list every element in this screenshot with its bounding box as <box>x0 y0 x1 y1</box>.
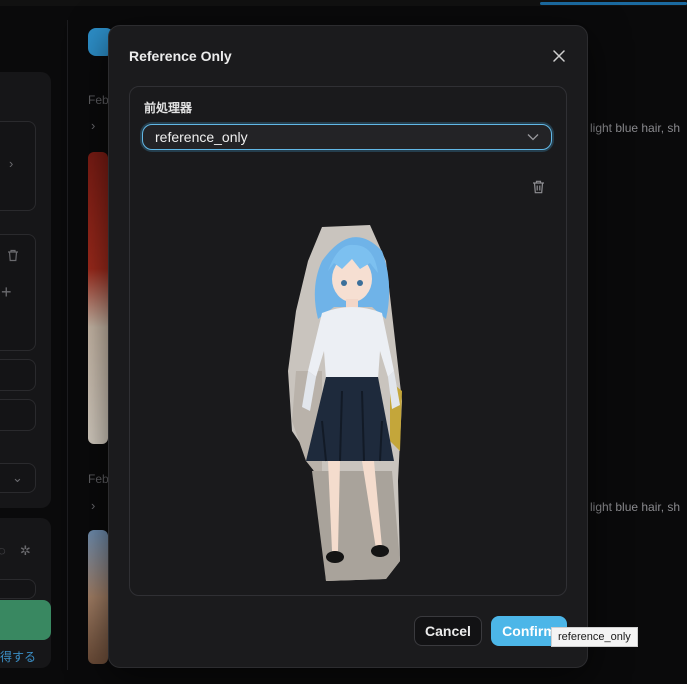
prompt-snippet: light blue hair, sh <box>590 121 681 135</box>
chevron-down-icon <box>527 134 539 141</box>
link-text[interactable]: 得する <box>0 648 36 665</box>
left-panel-box[interactable] <box>0 121 36 211</box>
preprocessor-select-value: reference_only <box>155 129 248 145</box>
divider <box>67 20 68 670</box>
left-panel-input[interactable] <box>0 359 36 391</box>
prompt-snippet: light blue hair, sh <box>590 500 681 514</box>
reference-image <box>288 225 402 581</box>
tooltip: reference_only <box>551 627 638 647</box>
delete-image-button[interactable] <box>528 177 548 197</box>
chevron-right-icon[interactable]: › <box>9 156 13 171</box>
plus-icon[interactable]: + <box>1 282 12 303</box>
close-button[interactable] <box>547 44 571 68</box>
date-label: Feb <box>88 93 109 107</box>
reference-only-dialog: Reference Only 前処理器 reference_only Cance… <box>108 25 588 668</box>
top-bar-accent <box>540 2 687 5</box>
thumbnail-image[interactable] <box>88 530 108 664</box>
trash-icon <box>532 180 544 194</box>
generate-button[interactable] <box>0 600 51 640</box>
chevron-down-icon: ⌄ <box>12 470 23 485</box>
thumbnail-image[interactable] <box>88 152 108 444</box>
dialog-title: Reference Only <box>129 48 232 64</box>
chevron-right-icon[interactable]: › <box>91 498 95 513</box>
tool-icon[interactable]: ◌ <box>0 543 6 558</box>
preprocessor-select[interactable]: reference_only <box>142 124 552 150</box>
top-bar <box>0 0 687 6</box>
left-panel-input[interactable] <box>0 399 36 431</box>
left-panel-input[interactable] <box>0 579 36 599</box>
preprocessor-card: 前処理器 reference_only <box>129 86 567 596</box>
preprocessor-label: 前処理器 <box>144 101 193 115</box>
cancel-button[interactable]: Cancel <box>414 616 482 646</box>
chevron-right-icon[interactable]: › <box>91 118 95 133</box>
trash-icon[interactable] <box>7 249 19 265</box>
close-icon <box>553 50 565 62</box>
date-label: Feb <box>88 472 109 486</box>
settings-icon[interactable]: ✲ <box>20 543 31 559</box>
